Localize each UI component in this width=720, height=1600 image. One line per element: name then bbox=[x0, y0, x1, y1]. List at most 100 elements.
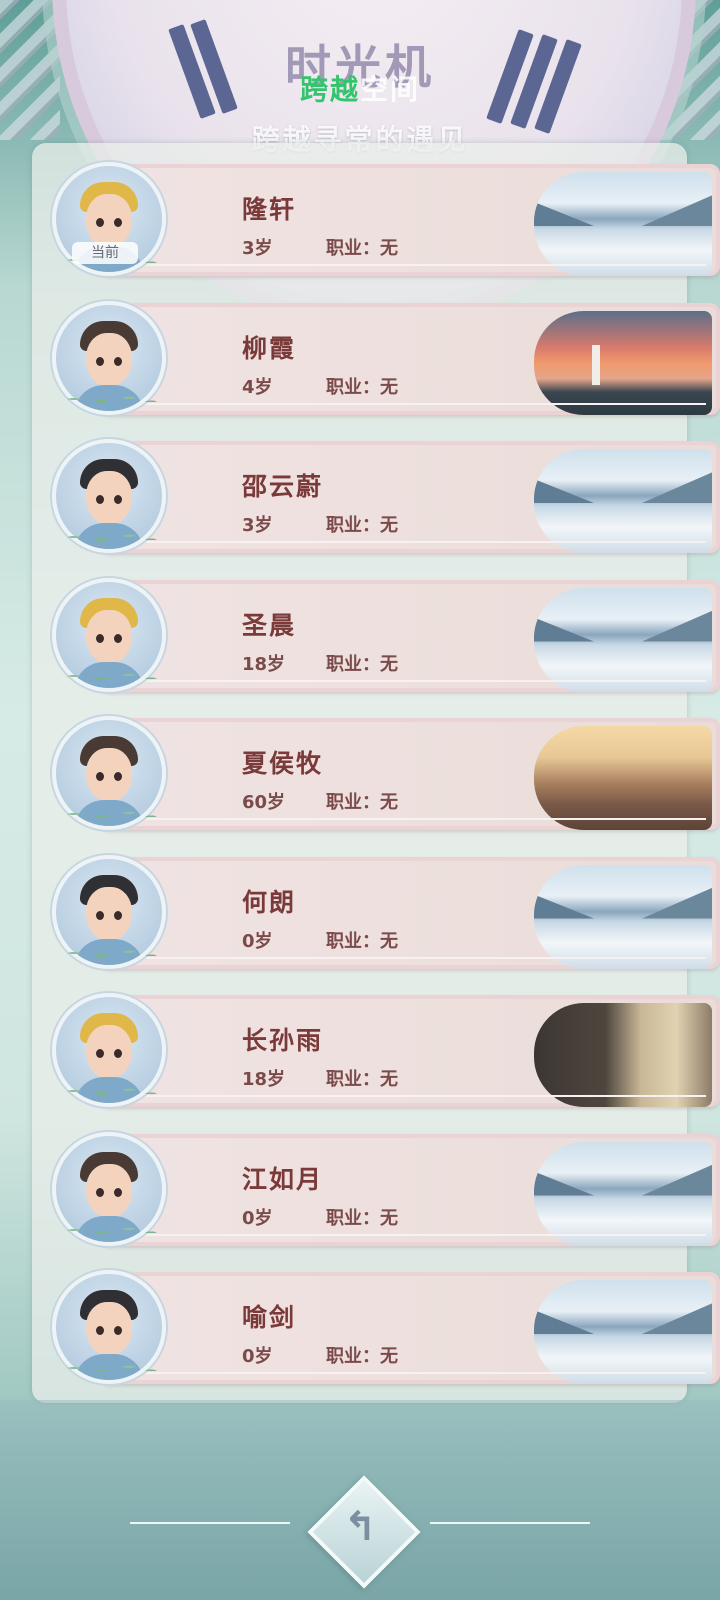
character-row[interactable]: 长孙雨 18岁 职业：无 bbox=[48, 991, 720, 1121]
character-card[interactable]: 邵云蔚 3岁 职业：无 bbox=[100, 441, 720, 553]
character-job: 职业：无 bbox=[326, 1342, 398, 1368]
avatar-eye bbox=[114, 910, 122, 920]
character-row[interactable]: 喻剑 0岁 职业：无 bbox=[48, 1268, 720, 1398]
character-job: 职业：无 bbox=[326, 650, 398, 676]
leaf-wreath-decoration bbox=[52, 525, 162, 549]
character-age: 3岁 bbox=[242, 238, 273, 259]
leaf-wreath-decoration bbox=[52, 940, 162, 965]
leaf-wreath-decoration bbox=[52, 802, 162, 826]
character-job: 职业：无 bbox=[326, 373, 398, 399]
job-label: 职业： bbox=[326, 1346, 380, 1367]
avatar-eye bbox=[96, 1049, 104, 1058]
avatar-eye bbox=[96, 772, 104, 781]
avatar-eye bbox=[114, 495, 122, 504]
scene-thumbnail bbox=[534, 1141, 712, 1246]
character-age: 3岁 bbox=[242, 515, 273, 536]
avatar-eye bbox=[96, 218, 104, 227]
avatar-eye bbox=[114, 633, 122, 643]
job-label: 职业： bbox=[326, 238, 380, 259]
character-job: 职业：无 bbox=[326, 788, 398, 814]
job-label: 职业： bbox=[326, 376, 380, 398]
job-value: 无 bbox=[380, 515, 398, 536]
current-badge: 当前 bbox=[72, 242, 138, 264]
avatar-eye bbox=[114, 356, 122, 366]
character-card[interactable]: 柳霞 4岁 职业：无 bbox=[100, 302, 720, 415]
character-row[interactable]: 邵云蔚 3岁 职业：无 bbox=[48, 437, 720, 567]
scene-thumbnail bbox=[534, 172, 712, 276]
avatar-eye bbox=[96, 633, 104, 643]
avatar-eye bbox=[96, 1326, 104, 1335]
scene-thumbnail bbox=[534, 587, 712, 692]
character-card[interactable]: 隆轩 3岁 职业：无 bbox=[100, 164, 720, 276]
character-name: 圣晨 bbox=[242, 610, 297, 640]
job-label: 职业： bbox=[326, 1069, 380, 1090]
leaf-wreath-decoration bbox=[52, 663, 162, 688]
character-row[interactable]: 圣晨 18岁 职业：无 bbox=[48, 576, 720, 706]
avatar-eye bbox=[114, 1049, 122, 1058]
scene-thumbnail bbox=[534, 726, 712, 830]
ornament-left bbox=[130, 1522, 290, 1524]
scene-thumbnail bbox=[534, 449, 712, 553]
character-age: 0岁 bbox=[242, 1346, 273, 1367]
character-age: 4岁 bbox=[242, 376, 273, 398]
avatar-face bbox=[86, 1163, 132, 1218]
character-card[interactable]: 喻剑 0岁 职业：无 bbox=[100, 1272, 720, 1384]
character-row[interactable]: 江如月 0岁 职业：无 bbox=[48, 1130, 720, 1260]
character-job: 职业：无 bbox=[326, 234, 398, 260]
leaf-wreath-decoration bbox=[52, 1079, 162, 1103]
character-card[interactable]: 何朗 0岁 职业：无 bbox=[100, 856, 720, 969]
leaf-wreath-decoration bbox=[52, 386, 162, 411]
back-button[interactable]: ↰ bbox=[307, 1475, 421, 1589]
return-arrow-icon: ↰ bbox=[343, 1504, 377, 1550]
job-value: 无 bbox=[380, 1069, 398, 1090]
job-label: 职业： bbox=[326, 1207, 380, 1229]
character-row[interactable]: 隆轩 3岁 职业：无 当前 bbox=[48, 160, 720, 290]
character-age: 0岁 bbox=[242, 930, 273, 952]
character-name: 夏侯牧 bbox=[242, 749, 324, 778]
character-age: 60岁 bbox=[242, 792, 286, 813]
scene-thumbnail bbox=[534, 864, 712, 969]
job-value: 无 bbox=[380, 1207, 398, 1229]
leaf-wreath-decoration bbox=[52, 1217, 162, 1242]
job-value: 无 bbox=[380, 930, 398, 952]
avatar-eye bbox=[114, 772, 122, 781]
avatar-face bbox=[86, 886, 132, 941]
avatar-eye bbox=[96, 1187, 104, 1197]
character-card[interactable]: 江如月 0岁 职业：无 bbox=[100, 1133, 720, 1246]
scene-thumbnail bbox=[534, 310, 712, 415]
character-age: 18岁 bbox=[242, 1069, 286, 1090]
leaf-wreath-decoration bbox=[52, 1356, 162, 1380]
avatar-face bbox=[86, 471, 132, 525]
page-subtitle: 跨越空间 bbox=[0, 68, 720, 108]
avatar-eye bbox=[96, 495, 104, 504]
job-label: 职业： bbox=[326, 930, 380, 952]
job-value: 无 bbox=[380, 1346, 398, 1367]
character-row[interactable]: 柳霞 4岁 职业：无 bbox=[48, 299, 720, 429]
avatar-face bbox=[86, 1025, 132, 1079]
avatar-eye bbox=[114, 1187, 122, 1197]
avatar-face bbox=[86, 332, 132, 387]
character-name: 柳霞 bbox=[242, 333, 297, 363]
character-name: 喻剑 bbox=[242, 1303, 297, 1332]
character-name: 江如月 bbox=[242, 1164, 324, 1194]
job-value: 无 bbox=[380, 238, 398, 259]
character-card[interactable]: 圣晨 18岁 职业：无 bbox=[100, 579, 720, 692]
job-label: 职业： bbox=[326, 653, 380, 675]
avatar-eye bbox=[114, 218, 122, 227]
job-value: 无 bbox=[380, 792, 398, 813]
avatar-face bbox=[86, 1302, 132, 1356]
character-row[interactable]: 夏侯牧 60岁 职业：无 bbox=[48, 714, 720, 844]
scene-thumbnail bbox=[534, 1003, 712, 1107]
character-row[interactable]: 何朗 0岁 职业：无 bbox=[48, 853, 720, 983]
avatar-eye bbox=[114, 1326, 122, 1335]
scene-thumbnail bbox=[534, 1280, 712, 1384]
character-age: 0岁 bbox=[242, 1207, 273, 1229]
avatar-face bbox=[86, 748, 132, 802]
character-card[interactable]: 长孙雨 18岁 职业：无 bbox=[100, 995, 720, 1107]
character-job: 职业：无 bbox=[326, 1204, 398, 1230]
character-name: 邵云蔚 bbox=[242, 472, 324, 501]
subtitle-rest: 空间 bbox=[360, 73, 421, 106]
avatar-eye bbox=[96, 356, 104, 366]
job-label: 职业： bbox=[326, 515, 380, 536]
character-card[interactable]: 夏侯牧 60岁 职业：无 bbox=[100, 718, 720, 830]
